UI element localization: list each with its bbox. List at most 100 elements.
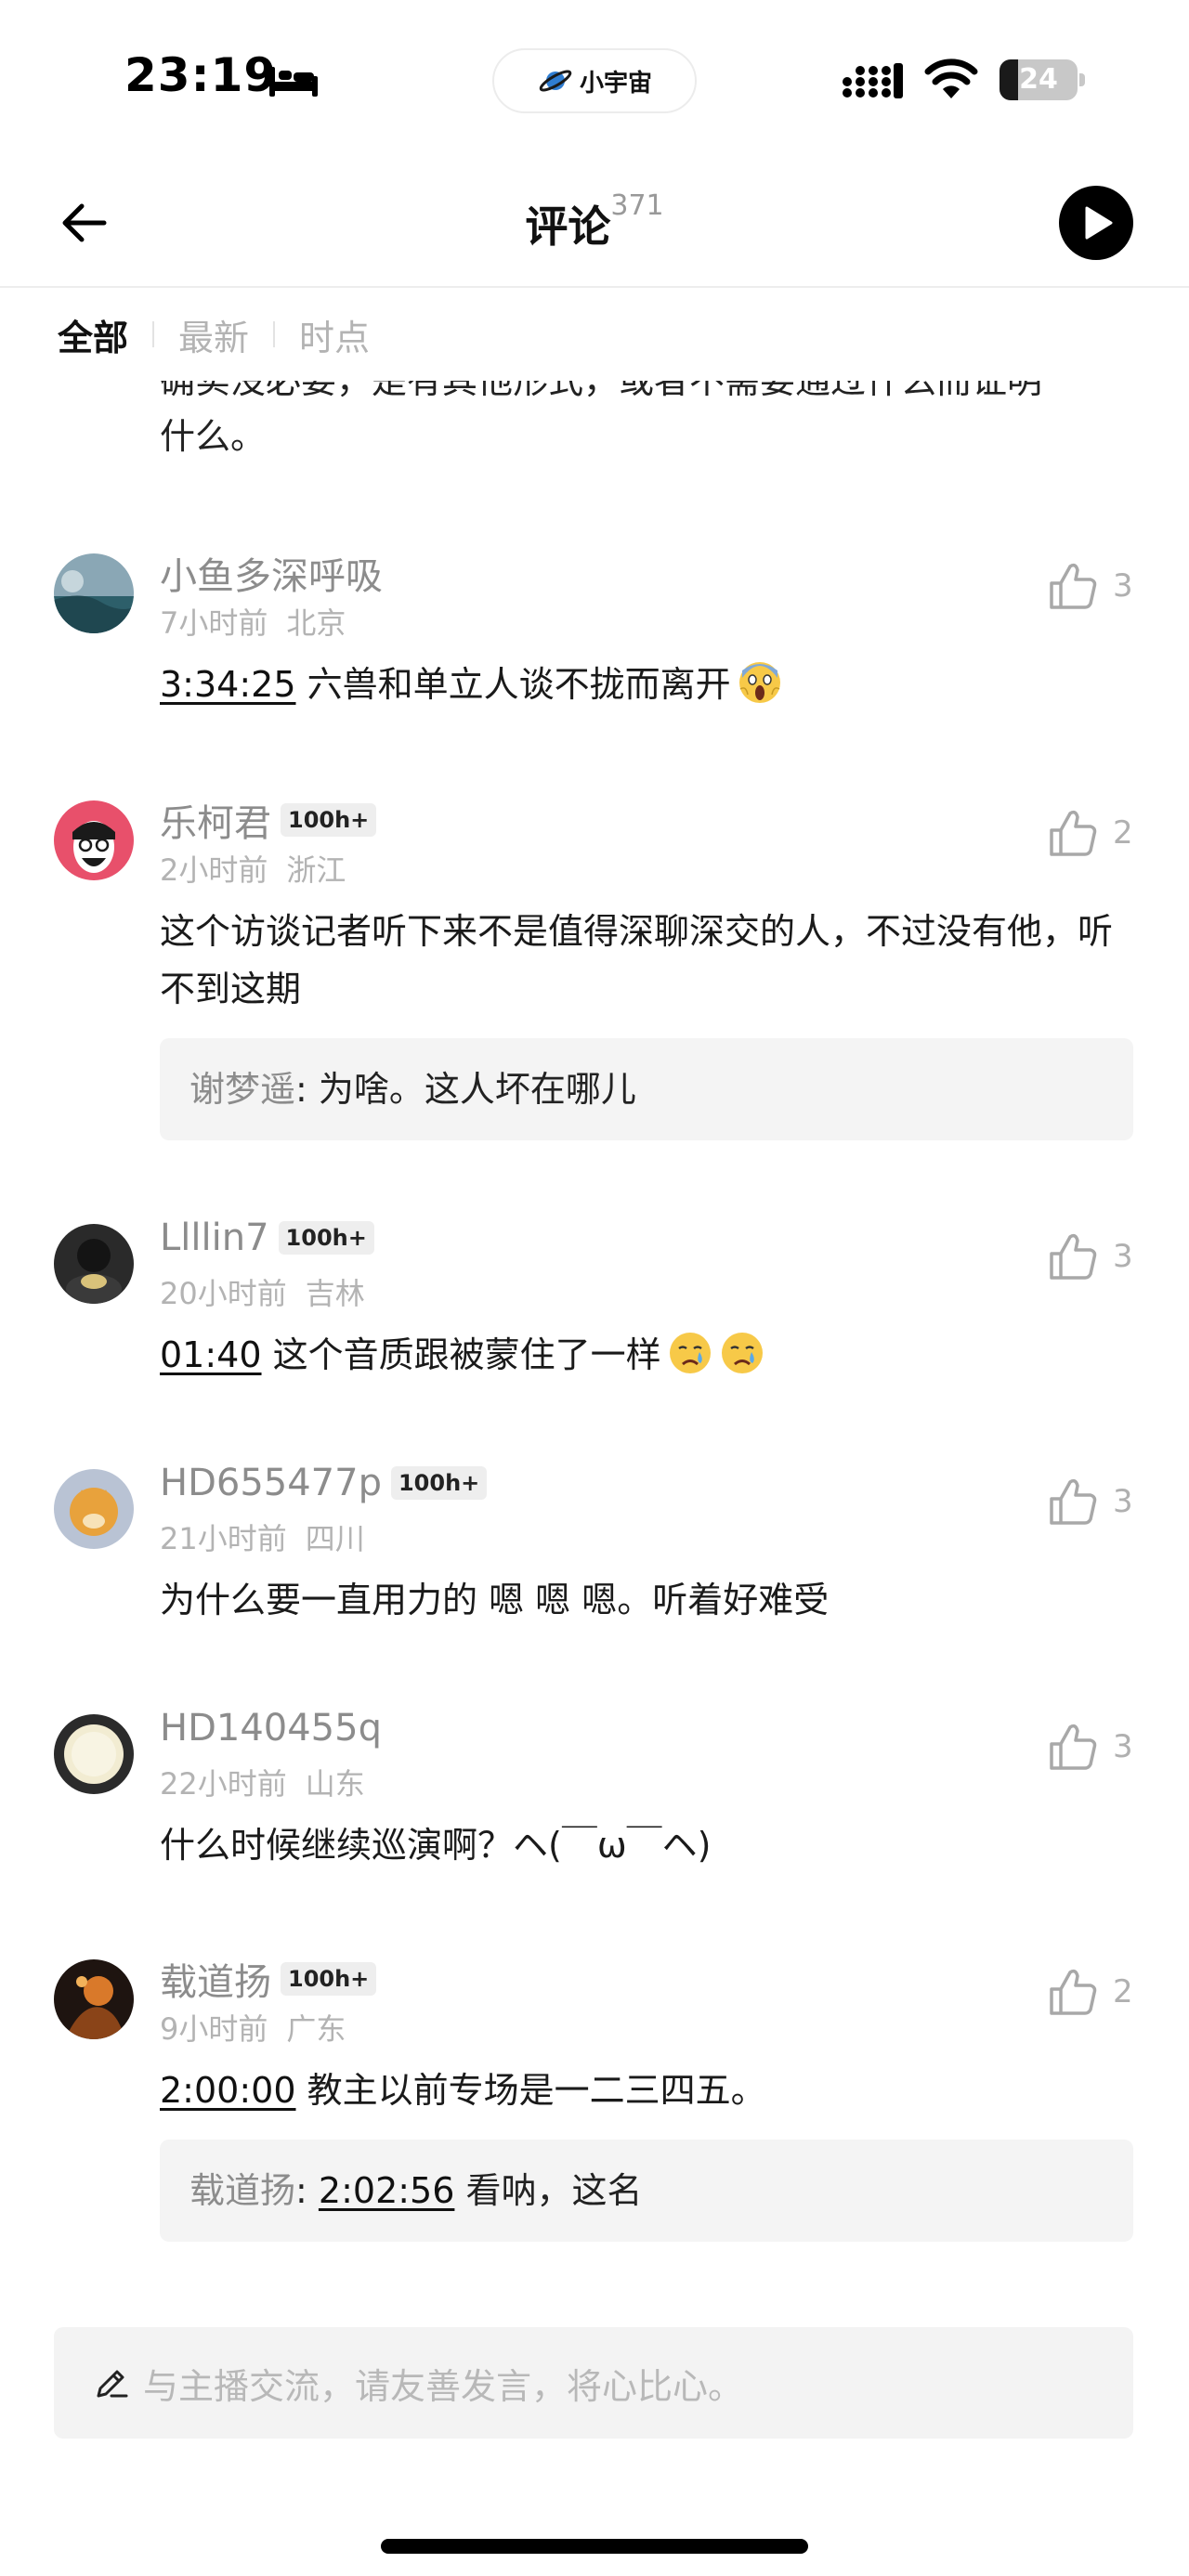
timestamp-link[interactable]: 2:02:56	[319, 2170, 455, 2211]
time-ago: 7小时前	[160, 605, 268, 641]
like-count: 2	[1113, 814, 1133, 852]
location: 北京	[286, 605, 346, 641]
partial-comment-line: 什么。	[160, 416, 267, 457]
reply-colon: :	[295, 2170, 319, 2211]
thumbs-up-icon	[1050, 1724, 1097, 1770]
location: 四川	[305, 1521, 365, 1556]
crying-face-emoji	[669, 1333, 711, 1373]
comment-meta: 21小时前 四川	[160, 1516, 365, 1558]
battery-level: 24	[1019, 63, 1058, 96]
comment-input[interactable]: 与主播交流，请友善发言，将心比心。	[54, 2327, 1133, 2439]
tab-divider	[273, 321, 276, 347]
location: 吉林	[305, 1276, 365, 1311]
comment-list[interactable]: 确实没必要，是有其他形式，或者不需要通过什么而证明 什么。 小鱼多深呼吸 7小时…	[0, 381, 1189, 2284]
play-button[interactable]	[1059, 186, 1133, 260]
comment-text-content: 这个音质跟被蒙住了一样	[272, 1334, 661, 1375]
reply-preview[interactable]: 谢梦遥: 为啥。这人坏在哪儿	[160, 1038, 1133, 1140]
comment-meta: 7小时前 北京	[160, 600, 346, 643]
tab-divider	[152, 321, 155, 347]
planet-icon	[539, 70, 572, 92]
pencil-icon	[97, 2370, 128, 2398]
composer-placeholder: 与主播交流，请友善发言，将心比心。	[143, 2365, 744, 2407]
username[interactable]: HD655477p	[160, 1462, 382, 1504]
reply-colon: :	[295, 1069, 319, 1110]
reply-preview[interactable]: 载道扬: 2:02:56 看呐，这名	[160, 2140, 1133, 2242]
listening-hours-badge: 100h+	[390, 1466, 488, 1500]
sleep-focus-icon	[269, 67, 318, 97]
reply-text: 看呐，这名	[465, 2170, 643, 2211]
location: 浙江	[286, 852, 346, 888]
reply-author[interactable]: 谢梦遥	[189, 1069, 295, 1110]
like-button[interactable]: 3	[1048, 1722, 1133, 1772]
comment-text: 2:00:00 教主以前专场是一二三四五。	[160, 2062, 1126, 2119]
app-pill-label: 小宇宙	[579, 69, 652, 98]
username[interactable]: 载道扬	[160, 1952, 271, 2006]
status-time: 23:19	[124, 48, 278, 102]
cellular-signal-icon	[843, 63, 903, 98]
time-ago: 20小时前	[160, 1276, 287, 1311]
partial-comment-line: 确实没必要，是有其他形式，或者不需要通过什么而证明	[160, 381, 1043, 401]
reply-text: 为啥。这人坏在哪儿	[318, 1069, 636, 1110]
home-indicator[interactable]	[381, 2539, 808, 2554]
nav-bar: 评论371	[0, 158, 1189, 288]
like-button[interactable]: 2	[1048, 1967, 1133, 2017]
comment-count: 371	[610, 189, 664, 222]
comment-meta: 9小时前 广东	[160, 2006, 346, 2049]
comment-text: 3:34:25 六兽和单立人谈不拢而离开	[160, 656, 1126, 713]
tab-all[interactable]: 全部	[58, 309, 128, 360]
listening-hours-badge: 100h+	[281, 803, 377, 837]
comment-text: 01:40 这个音质跟被蒙住了一样	[160, 1326, 1126, 1384]
timestamp-link[interactable]: 01:40	[160, 1334, 262, 1375]
avatar[interactable]	[54, 553, 134, 633]
time-ago: 9小时前	[160, 2011, 268, 2047]
avatar[interactable]	[54, 1224, 134, 1304]
thumbs-up-icon	[1050, 563, 1097, 609]
comment-meta: 20小时前 吉林	[160, 1270, 365, 1313]
avatar[interactable]	[54, 800, 134, 880]
comment-text-content: 六兽和单立人谈不拢而离开	[307, 664, 731, 705]
timestamp-link[interactable]: 3:34:25	[160, 664, 296, 705]
username[interactable]: 乐柯君	[160, 793, 271, 847]
comment-text-content: 教主以前专场是一二三四五。	[307, 2070, 766, 2111]
time-ago: 21小时前	[160, 1521, 287, 1556]
like-button[interactable]: 3	[1048, 1231, 1133, 1281]
comment-text: 为什么要一直用力的 嗯 嗯 嗯。听着好难受	[160, 1580, 830, 1620]
like-count: 3	[1113, 1238, 1133, 1275]
reply-author[interactable]: 载道扬	[189, 2170, 295, 2211]
page-title: 评论	[525, 202, 611, 252]
listening-hours-badge: 100h+	[281, 1962, 377, 1996]
crying-face-emoji	[721, 1333, 763, 1373]
like-button[interactable]: 3	[1048, 561, 1133, 611]
avatar[interactable]	[54, 1714, 134, 1794]
composer-area: 与主播交流，请友善发言，将心比心。	[0, 2284, 1189, 2576]
username[interactable]: 小鱼多深呼吸	[160, 546, 383, 600]
thumbs-up-icon	[1050, 1233, 1097, 1280]
like-count: 3	[1113, 1483, 1133, 1520]
status-bar: 23:19 小宇宙 24	[0, 0, 1189, 158]
like-button[interactable]: 3	[1048, 1477, 1133, 1527]
like-count: 3	[1113, 1728, 1133, 1765]
tab-latest[interactable]: 最新	[178, 309, 249, 360]
tab-timepoint[interactable]: 时点	[299, 309, 370, 360]
time-ago: 2小时前	[160, 852, 268, 888]
comment-text: 这个访谈记者听下来不是值得深聊深交的人，不过没有他，听不到这期	[160, 911, 1114, 1009]
thumbs-up-icon	[1050, 1969, 1097, 2015]
like-count: 2	[1113, 1973, 1133, 2010]
comment-meta: 22小时前 山东	[160, 1761, 365, 1803]
battery-indicator: 24	[1000, 59, 1085, 100]
avatar[interactable]	[54, 1959, 134, 2039]
location: 山东	[305, 1766, 365, 1802]
comment-text: 什么时候继续巡演啊？ヘ(￣ω￣ヘ)	[160, 1825, 712, 1866]
comment-meta: 2小时前 浙江	[160, 847, 346, 890]
app-indicator-pill[interactable]: 小宇宙	[492, 48, 697, 113]
username[interactable]: HD140455q	[160, 1707, 382, 1750]
avatar[interactable]	[54, 1469, 134, 1549]
thumbs-up-icon	[1050, 1478, 1097, 1525]
timestamp-link[interactable]: 2:00:00	[160, 2070, 296, 2111]
like-button[interactable]: 2	[1048, 808, 1133, 858]
listening-hours-badge: 100h+	[278, 1221, 374, 1255]
thumbs-up-icon	[1050, 810, 1097, 856]
username[interactable]: Llllin7	[160, 1216, 269, 1259]
screaming-face-emoji	[738, 662, 780, 703]
time-ago: 22小时前	[160, 1766, 287, 1802]
